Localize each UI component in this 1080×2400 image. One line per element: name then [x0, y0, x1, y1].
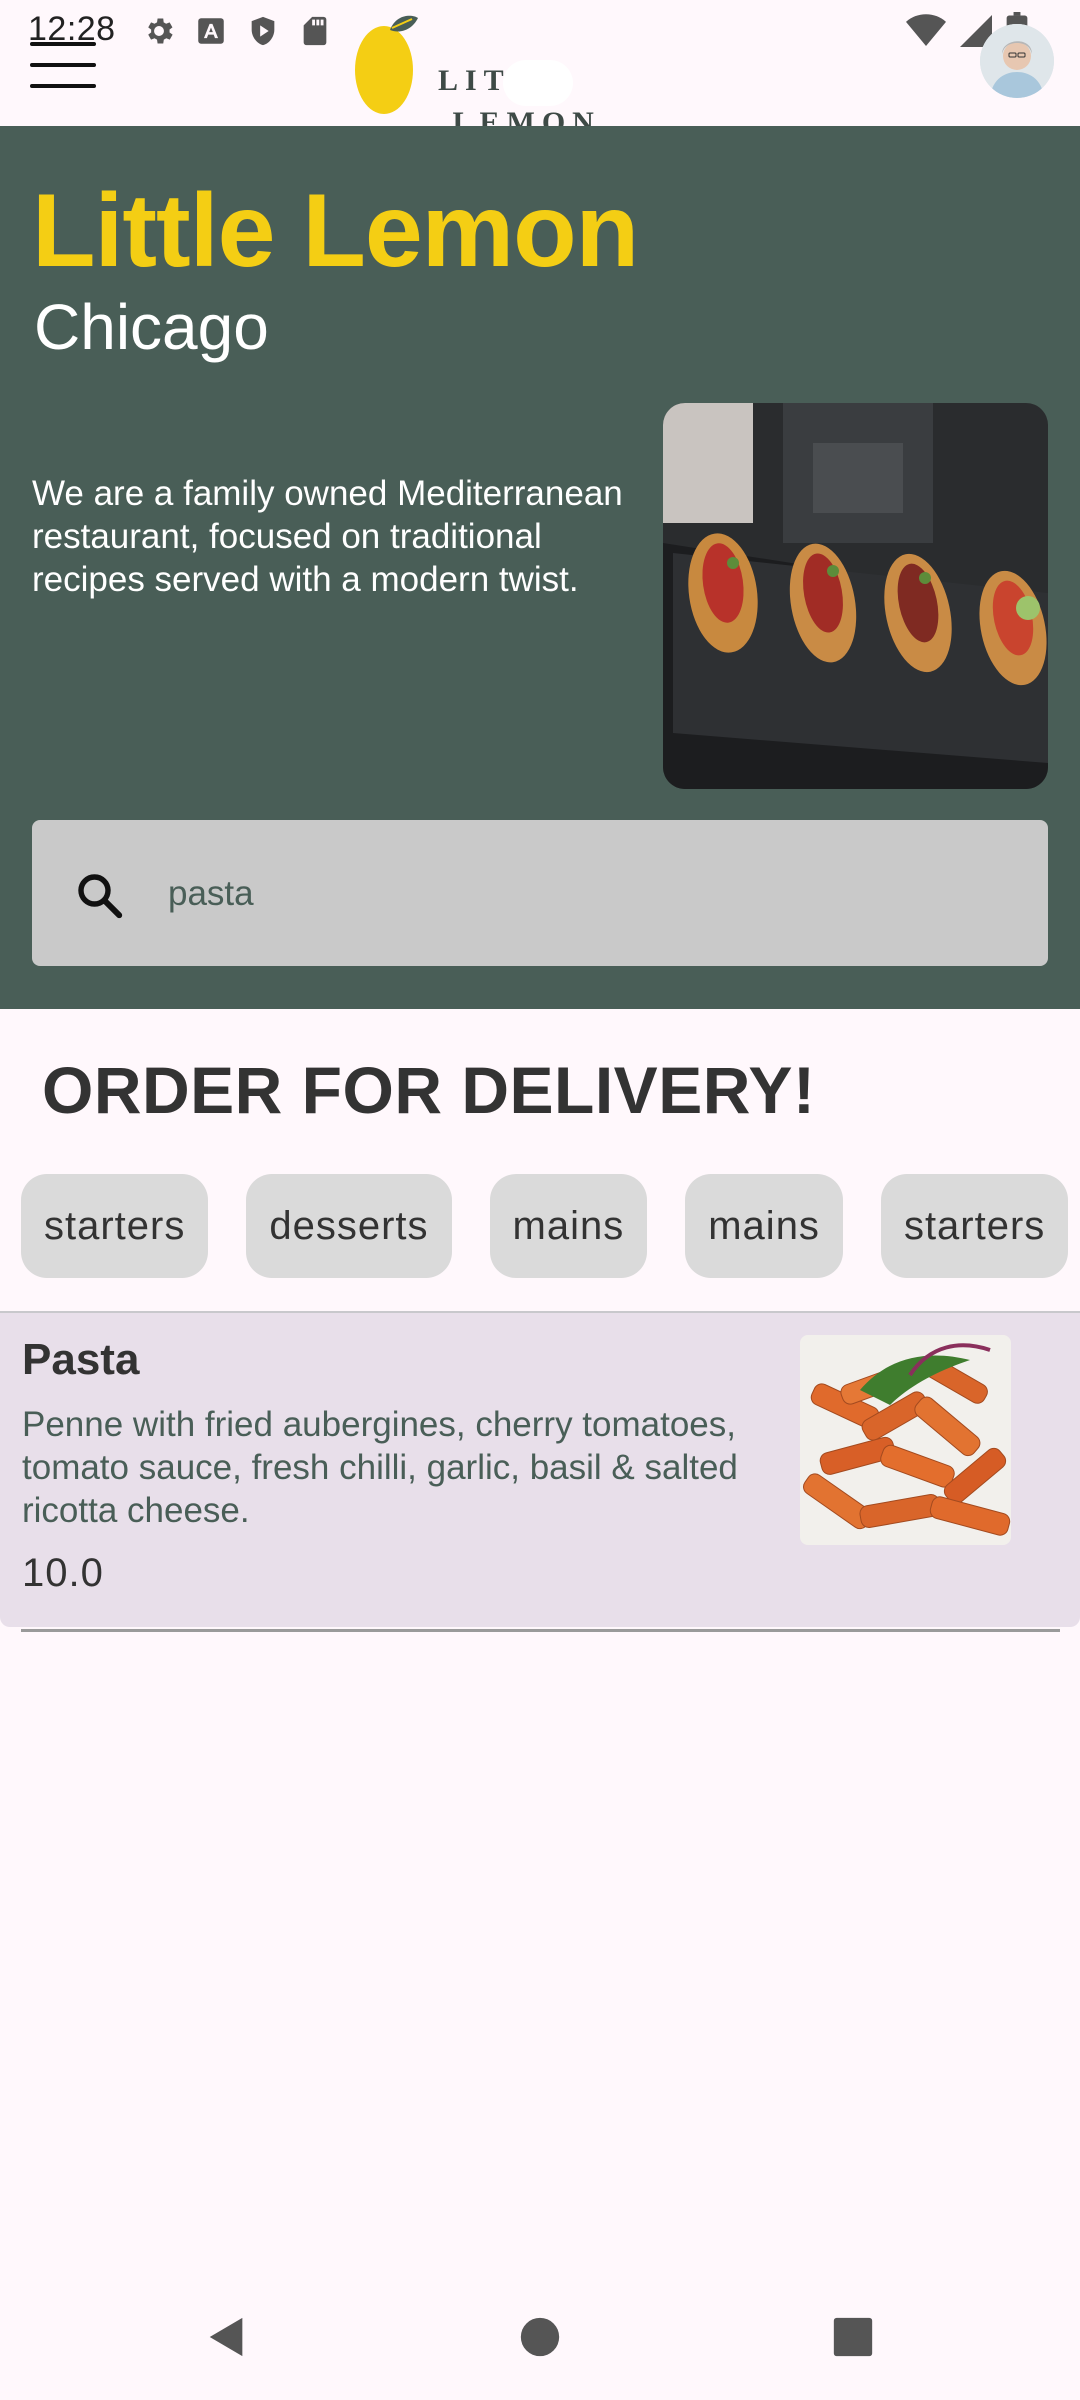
- hamburger-menu-icon[interactable]: [30, 40, 96, 90]
- search-icon: [78, 874, 123, 919]
- profile-avatar[interactable]: [980, 24, 1054, 98]
- system-nav-bar: [0, 2270, 1080, 2400]
- menu-item-name: Pasta: [22, 1335, 140, 1384]
- back-icon[interactable]: [204, 2314, 250, 2360]
- lemon-icon: [355, 15, 418, 114]
- menu-item-image: [800, 1335, 1011, 1545]
- menu-item-price: 10.0: [22, 1551, 104, 1595]
- restaurant-description: We are a family owned Mediterranean rest…: [32, 474, 623, 599]
- shield-play-icon: [251, 16, 275, 46]
- search-bar[interactable]: [32, 820, 1048, 966]
- keyboard-a-icon: [198, 18, 224, 44]
- home-icon[interactable]: [517, 2314, 563, 2360]
- settings-icon: [148, 18, 173, 44]
- category-chip-desserts[interactable]: desserts: [246, 1174, 452, 1278]
- order-delivery-title: ORDER FOR DELIVERY!: [42, 1053, 816, 1127]
- list-divider-bottom: [21, 1629, 1060, 1632]
- recents-icon[interactable]: [830, 2314, 876, 2360]
- wifi-icon: [906, 14, 946, 47]
- restaurant-city: Chicago: [34, 291, 269, 363]
- logo-text-left: LIT: [438, 63, 511, 97]
- category-chip-starters[interactable]: starters: [21, 1174, 209, 1278]
- category-chip-mains[interactable]: mains: [489, 1174, 648, 1278]
- category-chip-mains-2[interactable]: mains: [685, 1174, 843, 1278]
- hero-image: [663, 403, 1048, 789]
- search-input[interactable]: [168, 864, 988, 924]
- avatar-image: [980, 24, 1054, 98]
- sd-card-icon: [303, 16, 327, 46]
- app-screen: 12:28 LIT LEMON Little Lemon Chicago We …: [0, 0, 1080, 2400]
- status-icons-left: [142, 14, 332, 48]
- top-app-bar: 12:28 LIT LEMON: [0, 0, 1080, 139]
- little-lemon-logo: LIT LEMON: [352, 10, 732, 139]
- restaurant-name: Little Lemon: [32, 173, 639, 289]
- menu-item-card[interactable]: Pasta Penne with fried aubergines, cherr…: [0, 1313, 1080, 1627]
- category-chip-starters-2[interactable]: starters: [880, 1174, 1069, 1278]
- hero-section: Little Lemon Chicago We are a family own…: [0, 126, 1080, 1009]
- category-chips: starters desserts mains mains starters: [21, 1174, 1080, 1278]
- menu-item-description: Penne with fried aubergines, cherry toma…: [22, 1405, 738, 1530]
